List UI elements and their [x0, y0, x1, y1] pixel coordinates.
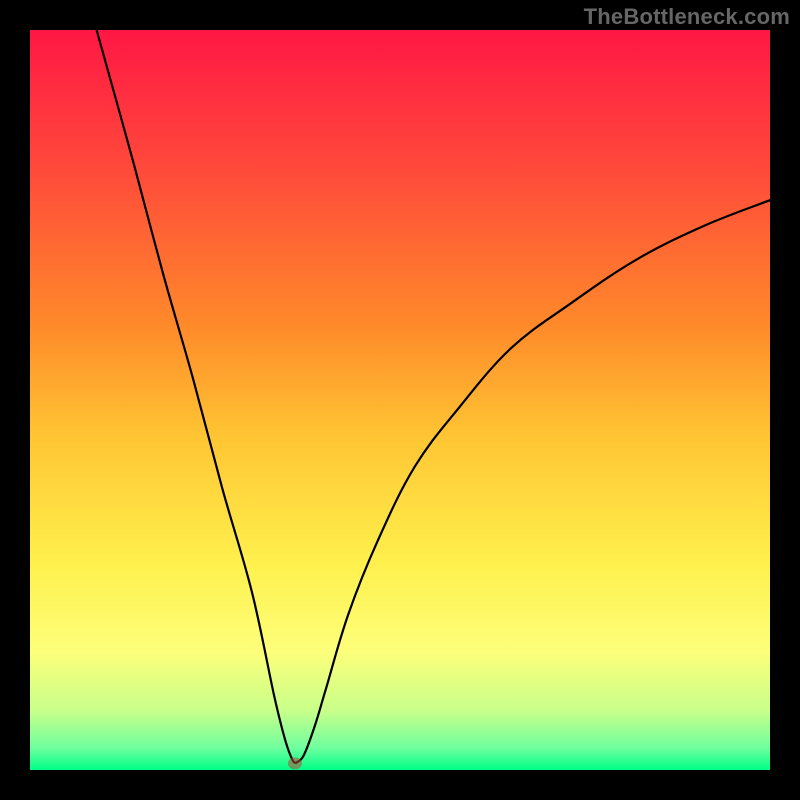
gradient-rect	[30, 30, 770, 770]
plot-area	[30, 30, 770, 770]
minimum-marker	[288, 757, 302, 769]
plot-svg	[30, 30, 770, 770]
chart-frame: TheBottleneck.com	[0, 0, 800, 800]
watermark-text: TheBottleneck.com	[584, 4, 790, 30]
